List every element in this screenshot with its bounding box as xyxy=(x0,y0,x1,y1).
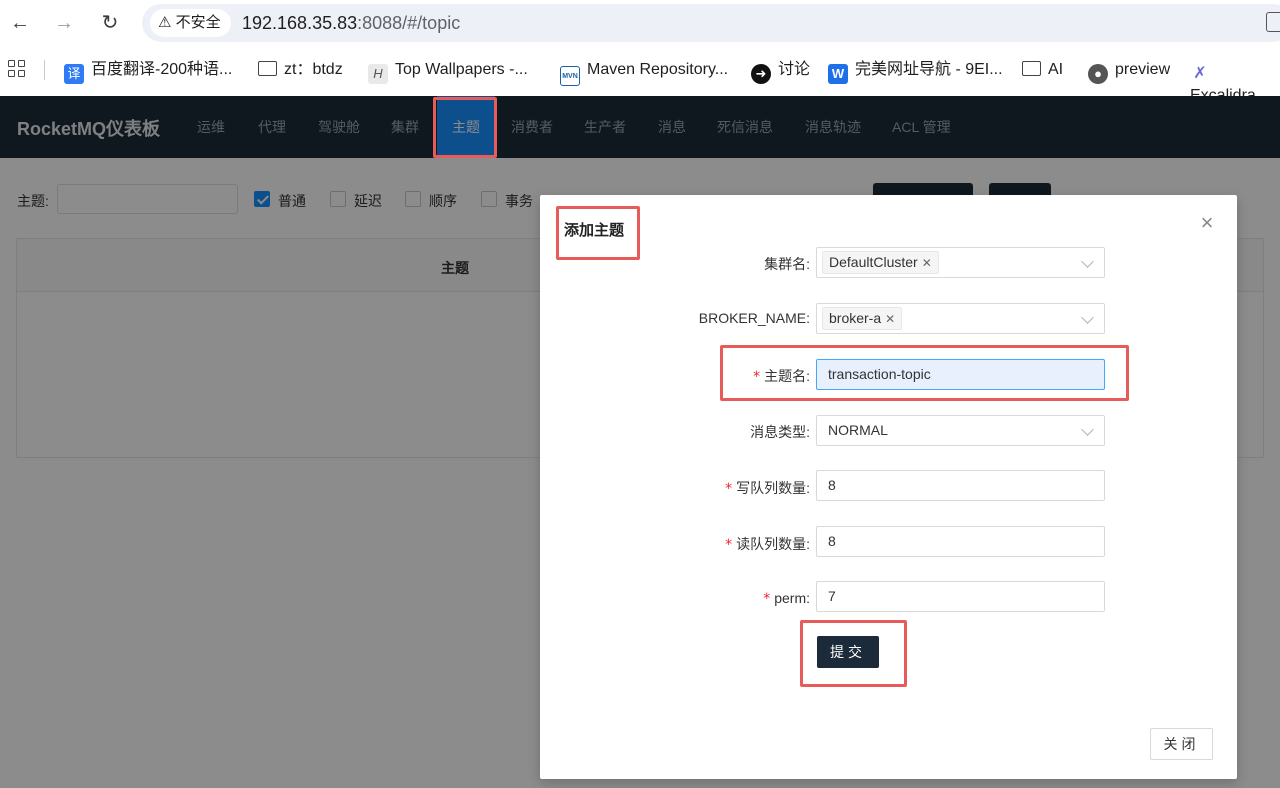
bookmark-item[interactable]: W 完美网址导航 - 9EI... xyxy=(828,58,1003,84)
message-type-select[interactable]: NORMAL xyxy=(816,415,1105,446)
chevron-down-icon xyxy=(1081,255,1094,268)
add-topic-modal: 添加主题 × 集群名: DefaultCluster ✕ BROKER_NAME:… xyxy=(540,195,1237,779)
bookmark-label: Top Wallpapers -... xyxy=(395,61,528,78)
extension-icon[interactable] xyxy=(1266,12,1280,32)
bookmark-item[interactable]: 译百度翻译-200种语... xyxy=(64,58,233,84)
perm-label-text: perm: xyxy=(774,590,810,606)
read-queue-label-text: 读队列数量: xyxy=(736,536,810,552)
cluster-tag-label: DefaultCluster xyxy=(829,254,918,270)
highlight-menu-topic xyxy=(433,97,497,158)
security-chip[interactable]: ⚠ 不安全 xyxy=(150,9,231,37)
write-queue-label-text: 写队列数量: xyxy=(736,480,810,496)
w-icon: W xyxy=(828,64,848,84)
cluster-tag: DefaultCluster ✕ xyxy=(822,251,939,274)
read-queue-input[interactable]: 8 xyxy=(816,526,1105,557)
forward-icon[interactable]: → xyxy=(52,11,76,35)
bookmark-item[interactable]: ✗Excalidra xyxy=(1190,58,1280,104)
bookmark-label: 百度翻译-200种语... xyxy=(91,61,233,78)
globe-icon: ● xyxy=(1088,64,1108,84)
url-text[interactable]: 192.168.35.83:8088/#/topic xyxy=(242,13,460,34)
highlight-submit xyxy=(800,620,907,687)
bookmark-label: AI xyxy=(1048,61,1064,78)
tag-remove-icon[interactable]: ✕ xyxy=(922,256,932,270)
bookmark-item[interactable]: H Top Wallpapers -... xyxy=(368,58,528,84)
write-queue-label: * 写队列数量: xyxy=(550,478,810,498)
bookmark-label: Maven Repository... xyxy=(587,61,729,78)
browser-toolbar: ← → ↻ ⚠ 不安全 192.168.35.83:8088/#/topic xyxy=(0,0,1280,46)
maven-icon: MVN xyxy=(560,66,580,86)
url-path: :8088/#/topic xyxy=(357,13,461,33)
bookmark-item[interactable]: ➜ 讨论 xyxy=(751,58,811,84)
perm-input[interactable]: 7 xyxy=(816,581,1105,612)
folder-icon xyxy=(1022,61,1041,76)
required-mark: * xyxy=(763,591,771,607)
bookmark-item[interactable]: MVN Maven Repository... xyxy=(560,58,729,86)
highlight-modal-title xyxy=(556,206,640,260)
excalidraw-icon: ✗ xyxy=(1190,64,1210,84)
bookmark-item[interactable]: zt：btdz xyxy=(258,58,343,82)
close-icon[interactable]: × xyxy=(1197,212,1217,234)
translate-icon: 译 xyxy=(64,64,84,84)
highlight-topic-name xyxy=(720,345,1129,401)
folder-icon xyxy=(258,61,277,76)
broker-tag: broker-a ✕ xyxy=(822,307,903,330)
broker-label: BROKER_NAME: xyxy=(698,310,810,326)
chevron-down-icon xyxy=(1081,311,1094,324)
warning-icon: ⚠ xyxy=(158,14,172,31)
required-mark: * xyxy=(725,481,733,497)
bookmark-label: zt：btdz xyxy=(284,61,343,78)
close-button[interactable]: 关闭 xyxy=(1150,728,1213,760)
address-bar[interactable]: ⚠ 不安全 192.168.35.83:8088/#/topic xyxy=(142,4,1280,42)
bookmark-label: 讨论 xyxy=(778,61,811,78)
reload-icon[interactable]: ↻ xyxy=(98,11,122,35)
back-icon[interactable]: ← xyxy=(8,11,32,35)
chevron-down-icon xyxy=(1081,423,1094,436)
cluster-select[interactable]: DefaultCluster ✕ xyxy=(816,247,1105,278)
cluster-label: 集群名: xyxy=(764,256,810,272)
bookmark-separator xyxy=(44,60,45,80)
security-label: 不安全 xyxy=(175,14,221,31)
bookmark-label: 完美网址导航 - 9EI... xyxy=(855,61,1003,78)
wallpaper-icon: H xyxy=(368,64,388,84)
perm-label: * perm: xyxy=(550,590,810,607)
url-host: 192.168.35.83 xyxy=(242,13,358,33)
bookmark-item[interactable]: ● preview xyxy=(1088,58,1171,84)
read-queue-label: * 读队列数量: xyxy=(550,534,810,554)
message-type-label: 消息类型: xyxy=(750,424,810,440)
tag-remove-icon[interactable]: ✕ xyxy=(885,312,895,326)
write-queue-input[interactable]: 8 xyxy=(816,470,1105,501)
apps-grid-icon[interactable] xyxy=(8,60,26,78)
discussion-icon: ➜ xyxy=(751,64,771,84)
bookmark-label: preview xyxy=(1115,61,1171,78)
bookmark-item[interactable]: AI xyxy=(1022,58,1063,82)
required-mark: * xyxy=(725,537,733,553)
broker-tag-label: broker-a xyxy=(829,310,882,326)
message-type-value: NORMAL xyxy=(828,422,888,438)
broker-select[interactable]: broker-a ✕ xyxy=(816,303,1105,334)
